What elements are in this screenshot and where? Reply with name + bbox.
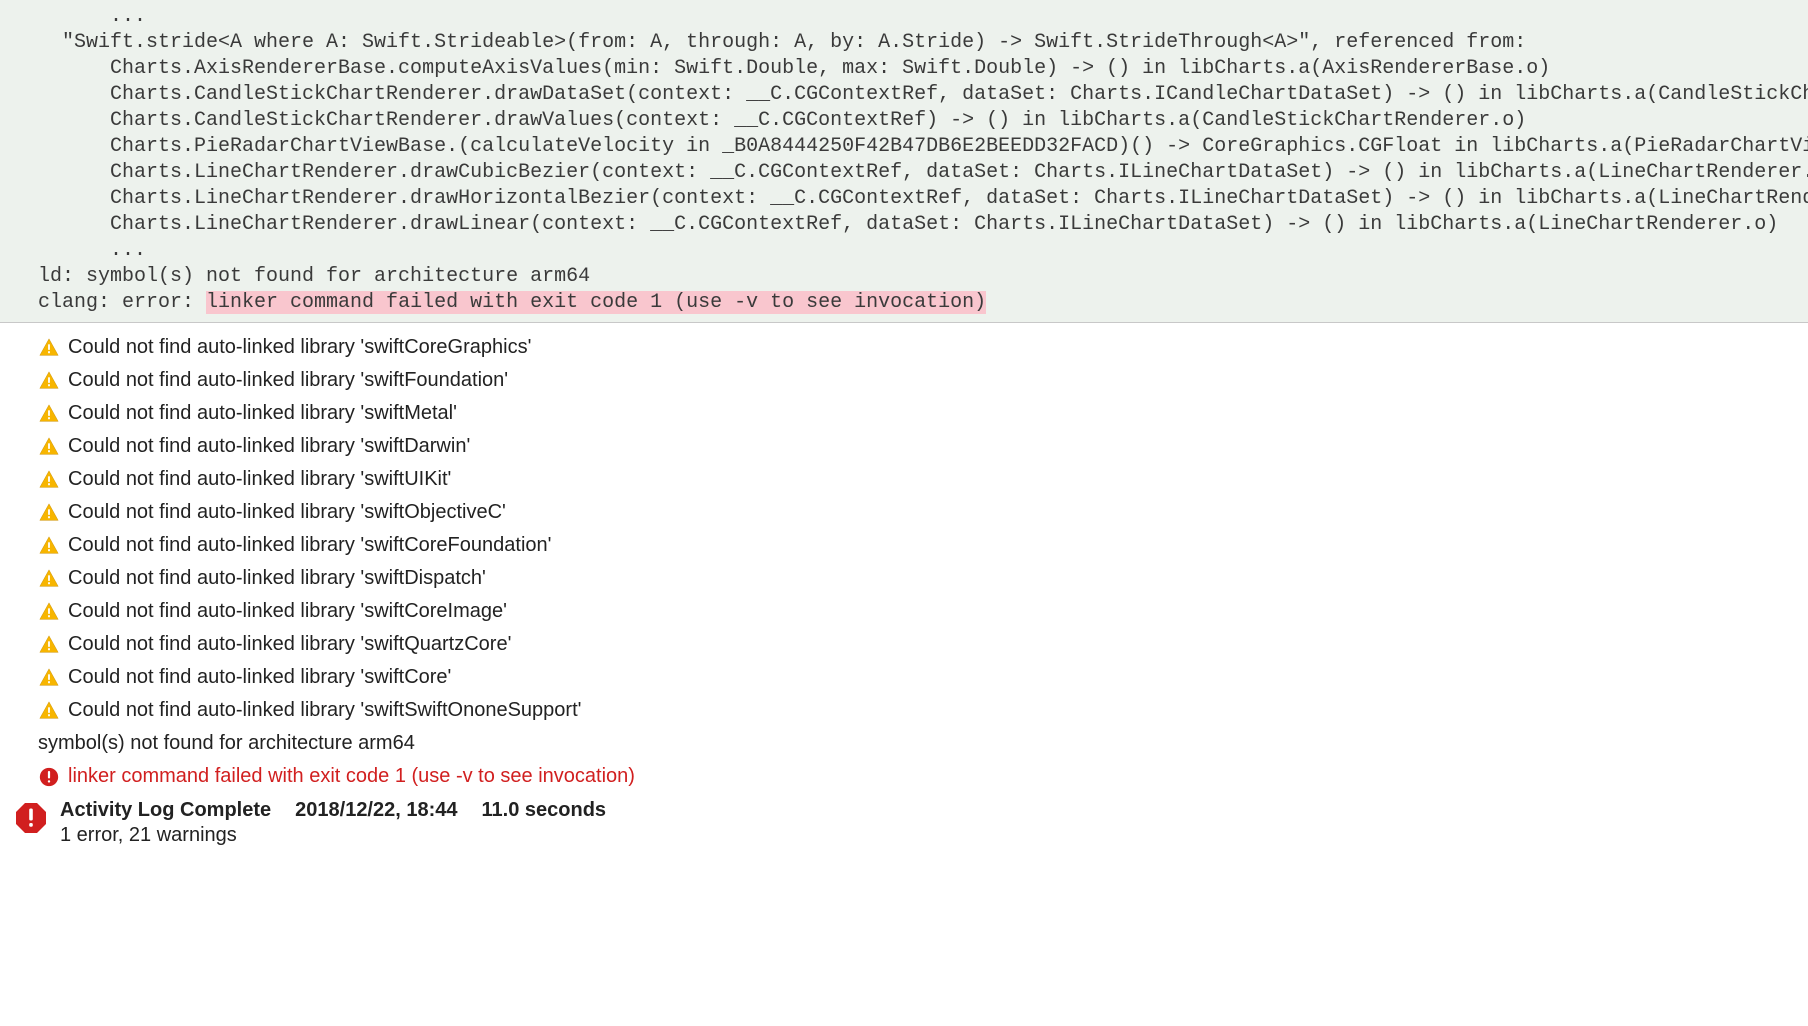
warning-row[interactable]: Could not find auto-linked library 'swif… <box>38 661 1808 694</box>
warning-row[interactable]: Could not find auto-linked library 'swif… <box>38 430 1808 463</box>
error-message: linker command failed with exit code 1 (… <box>68 762 635 791</box>
warning-icon <box>38 568 60 590</box>
warning-icon <box>38 667 60 689</box>
summary-duration: 11.0 seconds <box>482 799 607 822</box>
warning-row[interactable]: Could not find auto-linked library 'swif… <box>38 529 1808 562</box>
warning-row[interactable]: Could not find auto-linked library 'swif… <box>38 562 1808 595</box>
warning-icon <box>38 436 60 458</box>
warning-message: Could not find auto-linked library 'swif… <box>68 696 581 725</box>
warning-icon <box>38 403 60 425</box>
warning-row[interactable]: Could not find auto-linked library 'swif… <box>38 331 1808 364</box>
warning-row[interactable]: Could not find auto-linked library 'swif… <box>38 364 1808 397</box>
plain-issue-row[interactable]: symbol(s) not found for architecture arm… <box>38 727 1808 760</box>
build-log-text[interactable]: ... "Swift.stride<A where A: Swift.Strid… <box>0 4 1808 316</box>
warning-row[interactable]: Could not find auto-linked library 'swif… <box>38 628 1808 661</box>
warning-icon <box>38 601 60 623</box>
warning-message: Could not find auto-linked library 'swif… <box>68 597 507 626</box>
summary-title: Activity Log Complete <box>60 799 271 822</box>
clang-error-highlight: linker command failed with exit code 1 (… <box>206 291 986 314</box>
warning-icon <box>38 337 60 359</box>
warning-icon <box>38 634 60 656</box>
warning-icon <box>38 700 60 722</box>
warning-message: Could not find auto-linked library 'swif… <box>68 498 506 527</box>
issues-list: Could not find auto-linked library 'swif… <box>0 323 1808 793</box>
warning-message: Could not find auto-linked library 'swif… <box>68 564 486 593</box>
warning-icon <box>38 535 60 557</box>
stop-error-icon <box>14 801 48 835</box>
plain-issue-message: symbol(s) not found for architecture arm… <box>38 729 415 758</box>
warning-icon <box>38 469 60 491</box>
warning-message: Could not find auto-linked library 'swif… <box>68 366 508 395</box>
warning-row[interactable]: Could not find auto-linked library 'swif… <box>38 595 1808 628</box>
warning-message: Could not find auto-linked library 'swif… <box>68 663 451 692</box>
build-log-console: ... "Swift.stride<A where A: Swift.Strid… <box>0 0 1808 323</box>
warning-message: Could not find auto-linked library 'swif… <box>68 399 457 428</box>
warning-icon <box>38 502 60 524</box>
summary-subtitle: 1 error, 21 warnings <box>60 824 606 847</box>
warning-message: Could not find auto-linked library 'swif… <box>68 333 531 362</box>
error-row[interactable]: linker command failed with exit code 1 (… <box>38 760 1808 793</box>
warning-row[interactable]: Could not find auto-linked library 'swif… <box>38 496 1808 529</box>
warning-row[interactable]: Could not find auto-linked library 'swif… <box>38 397 1808 430</box>
warning-message: Could not find auto-linked library 'swif… <box>68 531 551 560</box>
warning-message: Could not find auto-linked library 'swif… <box>68 465 451 494</box>
error-icon <box>38 766 60 788</box>
summary-timestamp: 2018/12/22, 18:44 <box>295 799 457 822</box>
activity-log-summary: Activity Log Complete 2018/12/22, 18:44 … <box>0 793 1808 847</box>
warning-icon <box>38 370 60 392</box>
warning-message: Could not find auto-linked library 'swif… <box>68 432 470 461</box>
warning-message: Could not find auto-linked library 'swif… <box>68 630 511 659</box>
warning-row[interactable]: Could not find auto-linked library 'swif… <box>38 694 1808 727</box>
warning-row[interactable]: Could not find auto-linked library 'swif… <box>38 463 1808 496</box>
